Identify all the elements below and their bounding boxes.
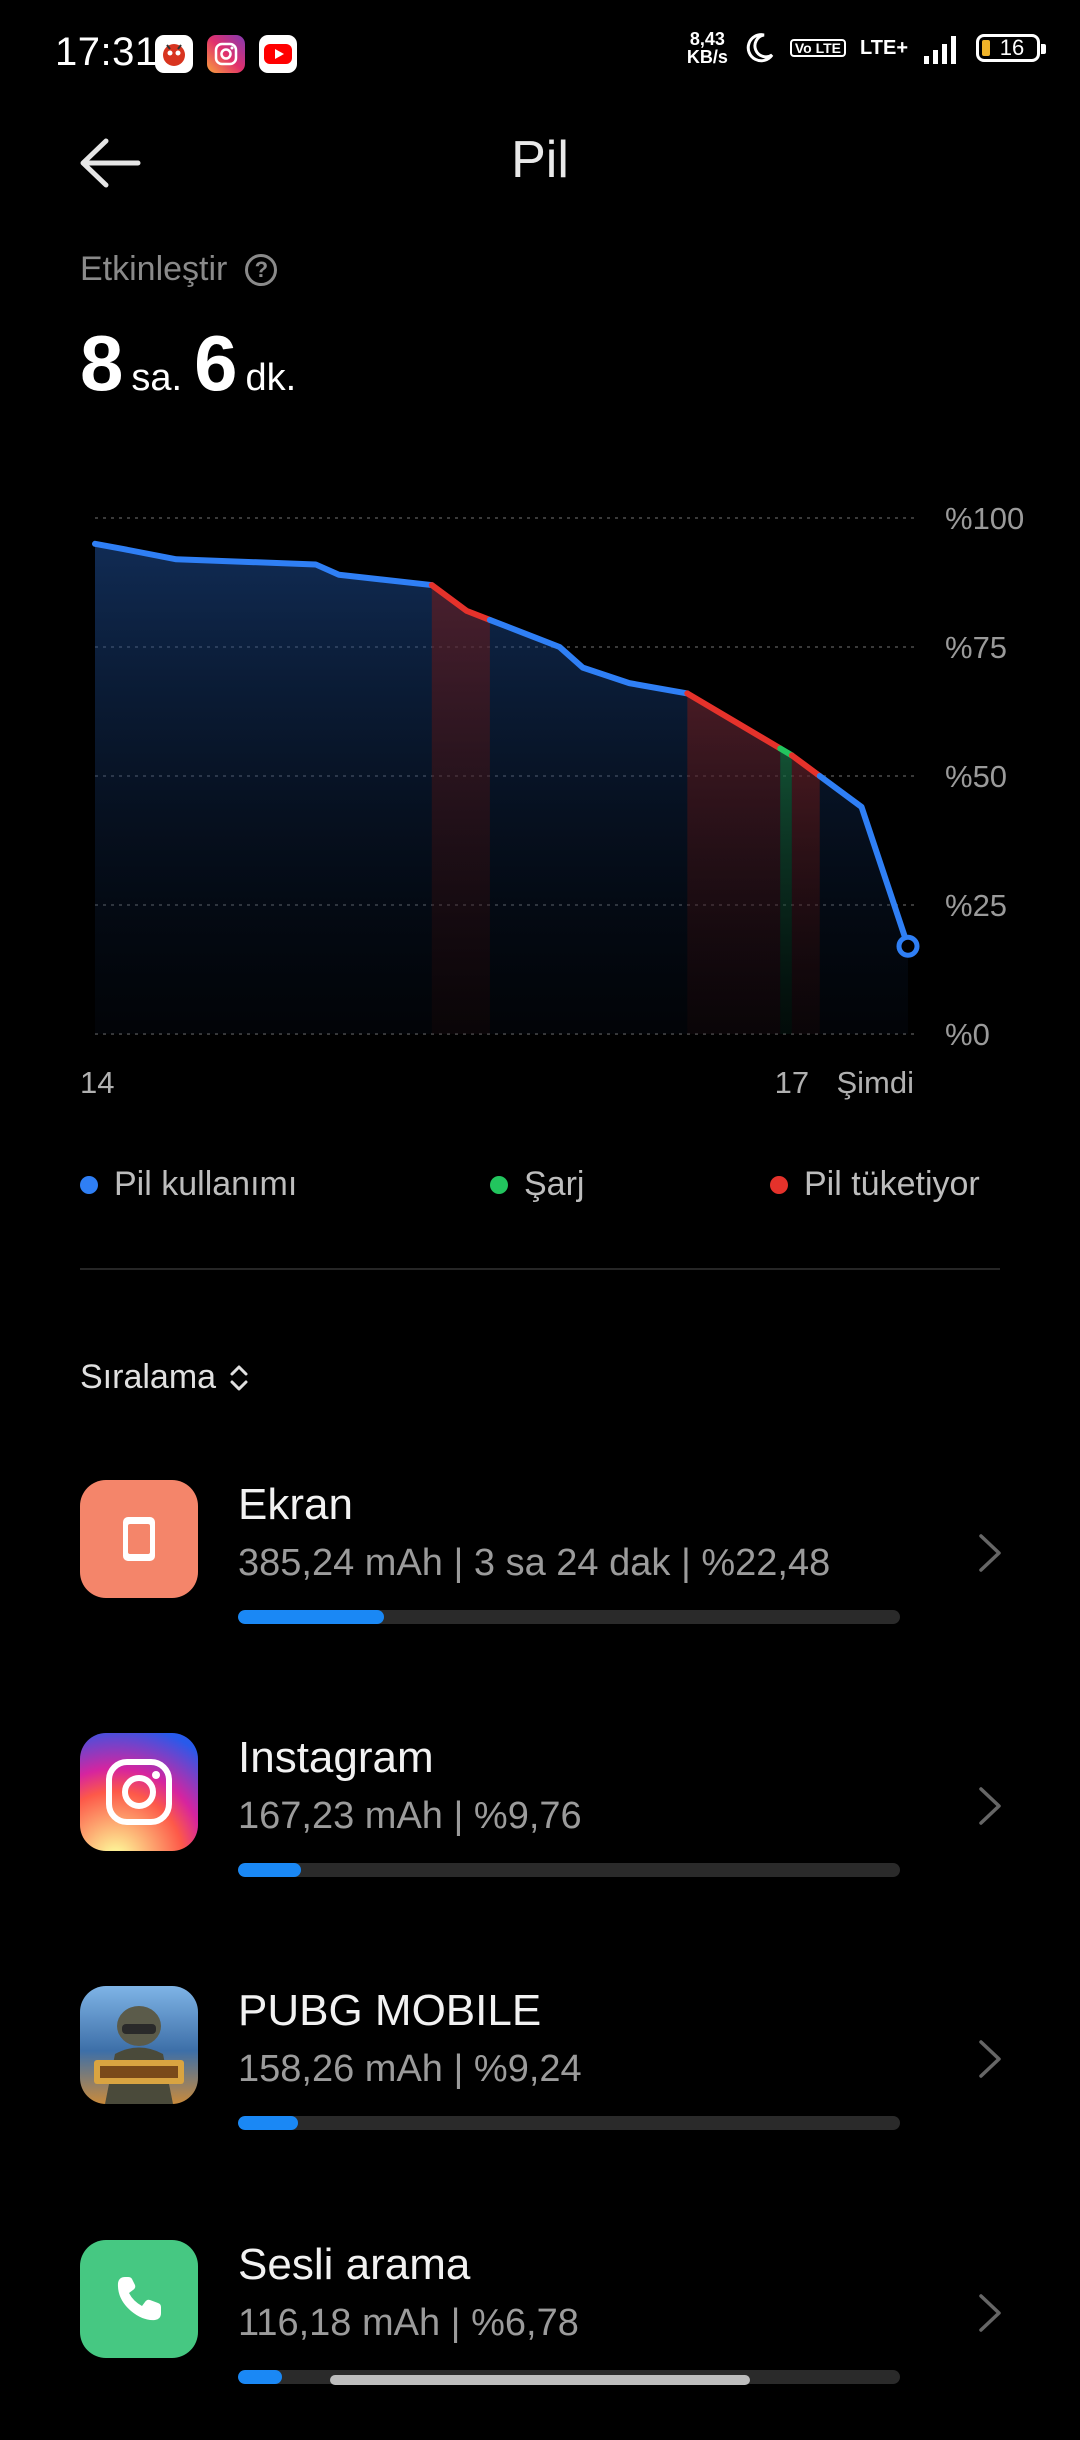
- app-row-voice-call[interactable]: Sesli arama 116,18 mAh | %6,78: [0, 2240, 1080, 2440]
- sort-chevrons-icon: [230, 1365, 248, 1390]
- do-not-disturb-moon-icon: [746, 33, 774, 63]
- estimate-hours-unit: sa.: [131, 357, 183, 399]
- app-row-instagram[interactable]: Instagram 167,23 mAh | %9,76: [0, 1733, 1080, 1933]
- legend-label-draining: Pil tüketiyor: [804, 1165, 980, 1203]
- y-tick-label: %100: [945, 501, 1024, 536]
- chart-band-draining: [687, 693, 781, 1034]
- instagram-icon: [80, 1733, 198, 1851]
- usage-progress-bar: [238, 1610, 900, 1624]
- youtube-icon: [259, 35, 297, 73]
- network-type: LTE+: [860, 36, 908, 59]
- network-speed-value: 8,43: [689, 29, 725, 49]
- usage-progress-bar: [238, 2116, 900, 2130]
- usage-progress-fill: [238, 2370, 282, 2384]
- chart-legend: Pil kullanımı Şarj Pil tüketiyor: [80, 1165, 1000, 1205]
- x-tick-label: 14: [80, 1065, 114, 1100]
- estimate-label-row: Etkinleştir ?: [80, 250, 278, 289]
- page-title: Pil: [511, 131, 569, 189]
- chevron-right-icon: [979, 2294, 1001, 2332]
- network-speed: 8,43 KB/s: [687, 30, 728, 66]
- legend-item-draining: Pil tüketiyor: [770, 1165, 980, 1204]
- usage-progress-fill: [238, 2116, 298, 2130]
- legend-dot-charging: [490, 1175, 508, 1194]
- chevron-right-icon: [979, 1787, 1001, 1825]
- antutu-icon: [155, 35, 193, 73]
- estimated-time: 8 sa. 6 dk.: [80, 318, 308, 409]
- notification-icons: [155, 35, 297, 73]
- chart-band-charging: [780, 748, 792, 1034]
- chart-band-draining: [431, 585, 490, 1034]
- status-indicators: 8,43 KB/s Vo LTE LTE+ 16: [687, 30, 1046, 66]
- chevron-right-icon: [979, 1534, 1001, 1572]
- app-usage-stat: 385,24 mAh | 3 sa 24 dak | %22,48: [238, 1542, 831, 1584]
- pubg-icon: [80, 1986, 198, 2104]
- sort-label: Sıralama: [80, 1358, 217, 1396]
- legend-dot-draining: [770, 1175, 788, 1194]
- app-name: PUBG MOBILE: [238, 1986, 542, 2035]
- phone-icon: [80, 2240, 198, 2358]
- x-tick-label: 17: [775, 1065, 809, 1100]
- legend-label-usage: Pil kullanımı: [114, 1165, 298, 1203]
- app-usage-stat: 167,23 mAh | %9,76: [238, 1795, 582, 1837]
- volte-badge: Vo LTE: [789, 39, 847, 57]
- help-icon[interactable]: ?: [245, 253, 278, 286]
- y-tick-label: %50: [945, 759, 1007, 794]
- estimate-minutes: 6: [194, 319, 238, 407]
- battery-chart[interactable]: %100 %75 %50 %25 %0 14 17 Şimdi: [0, 480, 1080, 1120]
- battery-icon: 16: [976, 34, 1046, 62]
- y-tick-label: %75: [945, 630, 1007, 665]
- usage-progress-fill: [238, 1610, 384, 1624]
- x-tick-label: Şimdi: [836, 1065, 914, 1100]
- y-tick-label: %25: [945, 888, 1007, 923]
- estimate-label: Etkinleştir: [80, 250, 228, 288]
- screen-icon: [80, 1480, 198, 1598]
- app-name: Sesli arama: [238, 2240, 471, 2289]
- status-bar: 17:31 8,43 KB/s Vo LTE LTE+ 16: [0, 0, 1080, 110]
- sort-button[interactable]: Sıralama: [80, 1358, 250, 1397]
- app-name: Instagram: [238, 1733, 434, 1782]
- usage-progress-bar: [238, 1863, 900, 1877]
- legend-dot-usage: [80, 1175, 98, 1194]
- legend-item-charging: Şarj: [490, 1165, 584, 1204]
- estimate-minutes-unit: dk.: [245, 357, 297, 399]
- battery-fill: [982, 40, 990, 56]
- estimate-hours: 8: [80, 319, 124, 407]
- home-indicator[interactable]: [330, 2375, 750, 2385]
- current-point-marker: [896, 934, 920, 958]
- app-usage-stat: 158,26 mAh | %9,24: [238, 2048, 582, 2090]
- legend-item-usage: Pil kullanımı: [80, 1165, 297, 1204]
- app-name: Ekran: [238, 1480, 353, 1529]
- legend-label-charging: Şarj: [524, 1165, 585, 1203]
- instagram-notification-icon: [207, 35, 245, 73]
- chevron-right-icon: [979, 2040, 1001, 2078]
- chart-band-draining: [791, 755, 820, 1034]
- status-time: 17:31: [55, 30, 158, 74]
- usage-progress-fill: [238, 1863, 302, 1877]
- signal-strength-icon: [924, 36, 956, 64]
- app-row-pubg[interactable]: PUBG MOBILE 158,26 mAh | %9,24: [0, 1986, 1080, 2186]
- network-speed-unit: KB/s: [686, 47, 728, 67]
- battery-level: 16: [999, 35, 1025, 60]
- y-tick-label: %0: [945, 1017, 990, 1052]
- app-row-screen[interactable]: Ekran 385,24 mAh | 3 sa 24 dak | %22,48: [0, 1480, 1080, 1680]
- divider: [80, 1268, 1000, 1270]
- app-usage-stat: 116,18 mAh | %6,78: [238, 2302, 579, 2344]
